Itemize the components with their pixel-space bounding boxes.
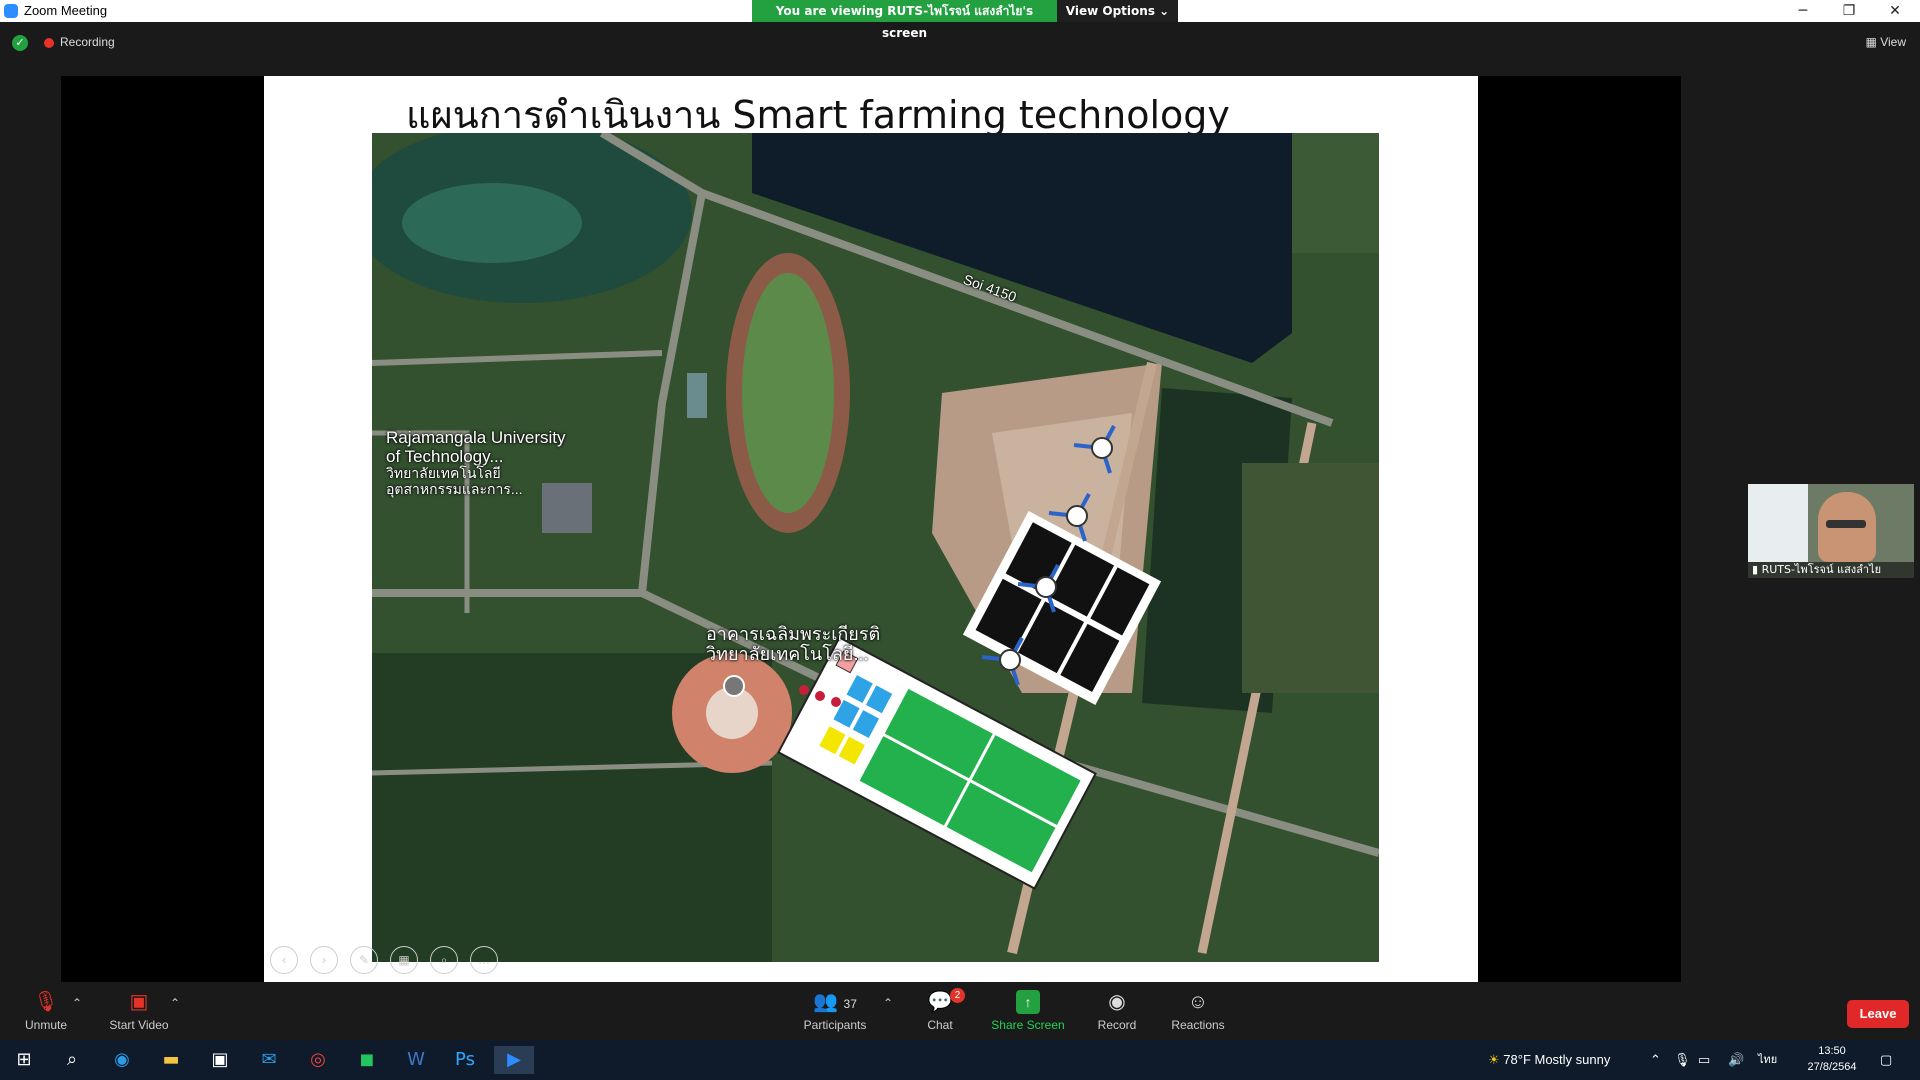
poi-university-line4: อุตสาหกรรมและการ...: [386, 480, 523, 497]
chat-label: Chat: [927, 1018, 953, 1032]
map-poi-building: อาคารเฉลิมพระเกียรติ วิทยาลัยเทคโนโลยี..…: [706, 624, 881, 665]
signal-bars-icon: ▮: [1752, 563, 1759, 576]
leave-button[interactable]: Leave: [1847, 1000, 1909, 1028]
poi-building-line2: วิทยาลัยเทคโนโลยี...: [706, 643, 869, 664]
view-options-button[interactable]: View Options ⌄: [1057, 0, 1178, 22]
record-dot-icon: [44, 37, 54, 48]
participants-icon: 👥 37: [813, 991, 857, 1013]
next-slide-icon[interactable]: ›: [310, 946, 338, 974]
reactions-label: Reactions: [1171, 1018, 1225, 1032]
word-icon[interactable]: W: [396, 1046, 436, 1074]
glasses-graphic: [1826, 520, 1866, 528]
map-poi-university: Rajamangala University of Technology... …: [386, 428, 566, 497]
record-button[interactable]: ◉ Record: [1096, 990, 1138, 1032]
network-icon[interactable]: ▭: [1698, 1040, 1710, 1080]
video-off-icon: ▣: [129, 991, 149, 1013]
poi-building-line1: อาคารเฉลิมพระเกียรติ: [706, 624, 881, 644]
more-icon[interactable]: …: [470, 946, 498, 974]
share-screen-icon: ↑: [1016, 990, 1040, 1014]
muted-mic-icon: 🎙: [33, 991, 59, 1013]
photoshop-icon[interactable]: Ps: [445, 1046, 485, 1074]
window-title: Zoom Meeting: [24, 3, 108, 18]
slideshow-controls: ‹ › ✎ ▦ ⌕ …: [270, 946, 510, 974]
zoom-app-icon: [4, 4, 18, 18]
weather-text: 78°F Mostly sunny: [1503, 1052, 1611, 1067]
minimize-button[interactable]: ─: [1780, 0, 1826, 22]
start-video-label: Start Video: [109, 1018, 169, 1032]
view-label: View: [1880, 35, 1906, 49]
viewing-screen-banner: You are viewing RUTS-ไพโรจน์ แสงลำไย's s…: [752, 0, 1057, 40]
presentation-slide: แผนการดำเนินงาน Smart farming technology: [264, 76, 1478, 986]
participants-label: Participants: [803, 1018, 867, 1032]
line-app-icon[interactable]: ◼: [347, 1046, 387, 1074]
pen-icon[interactable]: ✎: [350, 946, 378, 974]
file-explorer-icon[interactable]: ▬: [151, 1046, 191, 1074]
microphone-tray-icon[interactable]: 🎙: [1674, 1040, 1691, 1080]
slides-grid-icon[interactable]: ▦: [390, 946, 418, 974]
system-clock[interactable]: 13:50 27/8/2564: [1796, 1043, 1868, 1075]
share-screen-button[interactable]: ↑ Share Screen: [990, 990, 1066, 1032]
record-label: Record: [1097, 1018, 1137, 1032]
smiley-add-icon: ☺: [1187, 991, 1209, 1013]
unmute-button[interactable]: 🎙 Unmute: [22, 990, 70, 1032]
restore-button[interactable]: ❐: [1826, 0, 1872, 22]
search-icon[interactable]: ⌕: [52, 1046, 92, 1074]
volume-icon[interactable]: 🔊: [1728, 1040, 1744, 1080]
satellite-map: Soi 4150 Rajamangala University of Techn…: [372, 133, 1379, 962]
mail-icon[interactable]: ✉: [249, 1046, 289, 1074]
window-title-bar: Zoom Meeting You are viewing RUTS-ไพโรจน…: [0, 0, 1920, 40]
poi-university-line2: of Technology...: [386, 446, 504, 466]
participants-count: 37: [843, 997, 857, 1011]
windows-taskbar: ⊞ ⌕ ◉ ▬ ▣ ✉ ◎ ◼ W Ps ▶ ☀ 78°F Mostly sun…: [0, 1040, 1920, 1080]
view-button[interactable]: ▦ View: [1866, 35, 1906, 49]
zoom-taskbar-icon[interactable]: ▶: [494, 1046, 534, 1074]
sun-icon: ☀: [1488, 1052, 1500, 1067]
thumbnail-background-poster: [1748, 484, 1808, 562]
notifications-icon[interactable]: ▢: [1880, 1040, 1892, 1080]
poi-university-line3: วิทยาลัยเทคโนโลยี: [386, 465, 501, 482]
store-icon[interactable]: ▣: [200, 1046, 240, 1074]
close-button[interactable]: ✕: [1872, 0, 1918, 22]
recording-indicator[interactable]: Recording: [44, 35, 115, 49]
participant-name-label: ▮ RUTS-ไพโรจน์ แสงลำไย: [1748, 562, 1914, 578]
recording-label: Recording: [60, 35, 115, 49]
start-video-button[interactable]: ▣ Start Video: [104, 990, 174, 1032]
unmute-label: Unmute: [24, 1018, 68, 1032]
share-screen-label: Share Screen: [991, 1018, 1065, 1032]
input-language[interactable]: ไทย: [1758, 1040, 1777, 1080]
shield-check-icon[interactable]: ✓: [12, 35, 28, 51]
reactions-button[interactable]: ☺ Reactions: [1170, 990, 1226, 1032]
zoom-icon[interactable]: ⌕: [430, 946, 458, 974]
participants-options-caret[interactable]: ⌃: [881, 996, 895, 1010]
clock-date: 27/8/2564: [1807, 1061, 1857, 1073]
meeting-toolbar: 🎙 Unmute ⌃ ▣ Start Video ⌃ 👥 37 Particip…: [0, 982, 1920, 1040]
clock-time: 13:50: [1818, 1045, 1846, 1057]
record-icon: ◉: [1108, 991, 1126, 1013]
chrome-icon[interactable]: ◎: [298, 1046, 338, 1074]
video-options-caret[interactable]: ⌃: [168, 996, 182, 1010]
participant-video-thumbnail[interactable]: ▮ RUTS-ไพโรจน์ แสงลำไย: [1748, 484, 1914, 578]
weather-widget[interactable]: ☀ 78°F Mostly sunny: [1488, 1040, 1610, 1080]
chat-badge: 2: [950, 988, 965, 1003]
windows-start-icon[interactable]: ⊞: [4, 1046, 44, 1074]
chat-button[interactable]: 💬 2 Chat: [920, 988, 965, 1032]
participants-button[interactable]: 👥 37 Participants: [800, 990, 870, 1032]
map-graphic: [372, 133, 1379, 962]
audio-options-caret[interactable]: ⌃: [70, 996, 84, 1010]
poi-university-line1: Rajamangala University: [386, 428, 566, 447]
edge-browser-icon[interactable]: ◉: [102, 1046, 142, 1074]
prev-slide-icon[interactable]: ‹: [270, 946, 298, 974]
participant-name: RUTS-ไพโรจน์ แสงลำไย: [1761, 563, 1882, 576]
tray-chevron-icon[interactable]: ⌃: [1650, 1040, 1661, 1080]
